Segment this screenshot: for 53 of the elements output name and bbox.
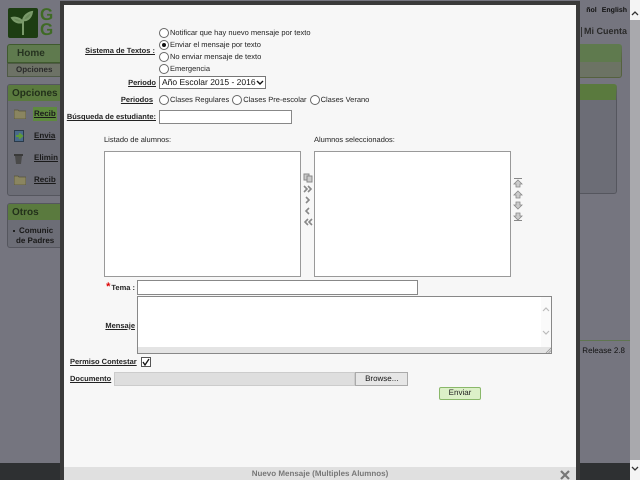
sub-nav-link[interactable]: Opciones <box>16 64 52 76</box>
radio-button[interactable] <box>159 40 169 50</box>
textarea-scrollbar[interactable] <box>541 297 551 348</box>
radio-button[interactable] <box>159 95 169 105</box>
radio-button[interactable] <box>159 28 169 38</box>
required-asterisk: * <box>106 282 110 294</box>
nav-tab[interactable]: Home <box>17 46 45 61</box>
resize-grip-icon[interactable] <box>545 347 551 354</box>
search-field[interactable] <box>159 110 292 124</box>
selected-list-box[interactable] <box>314 151 511 278</box>
logo-letter: G <box>40 22 54 37</box>
panel-title: Opciones <box>12 86 58 100</box>
menu-link[interactable]: Comunic <box>19 226 54 236</box>
chevron-left-icon[interactable] <box>302 206 312 216</box>
chevron-right-icon[interactable] <box>302 195 312 206</box>
double-chevron-left-icon[interactable] <box>302 217 312 228</box>
menu-link[interactable]: de Padres <box>16 236 54 246</box>
close-icon[interactable] <box>560 470 570 480</box>
radio-button[interactable] <box>232 95 242 105</box>
menu-link[interactable]: Envia <box>33 129 56 143</box>
radio-button[interactable] <box>310 95 320 105</box>
send-button[interactable]: Enviar <box>439 386 481 400</box>
student-list-box[interactable] <box>104 151 301 278</box>
scroll-down-icon[interactable] <box>630 460 640 480</box>
radio-button[interactable] <box>159 64 169 74</box>
move-bottom-icon[interactable] <box>513 211 523 222</box>
trash-icon <box>14 152 26 164</box>
menu-link[interactable]: Recib <box>33 173 57 187</box>
account-link[interactable]: Mi Cuenta <box>584 25 627 38</box>
release-label: Release 2.8 <box>582 345 625 357</box>
document-arrow-icon <box>14 130 26 142</box>
logo-icon <box>8 8 38 38</box>
move-top-icon[interactable] <box>513 178 523 188</box>
double-chevron-right-icon[interactable] <box>302 184 312 194</box>
radio-button[interactable] <box>159 52 169 62</box>
logo-letter: G <box>40 7 54 22</box>
browse-button[interactable]: Browse... <box>355 372 408 386</box>
panel-title: Otros <box>12 206 39 220</box>
subject-field[interactable] <box>137 280 418 296</box>
folder-icon <box>14 175 26 185</box>
dialog-title: Nuevo Mensaje (Multiples Alumnos) <box>252 470 388 478</box>
arrow-down-icon[interactable] <box>513 200 523 210</box>
menu-link[interactable]: Recib <box>33 107 57 121</box>
menu-link[interactable]: Elimin <box>33 151 60 165</box>
documents-icon[interactable] <box>302 173 312 184</box>
folder-icon <box>14 109 26 119</box>
file-path-field[interactable] <box>114 372 356 386</box>
scrollbar[interactable] <box>630 0 640 480</box>
checkbox[interactable] <box>140 356 151 367</box>
arrow-up-icon[interactable] <box>513 189 523 200</box>
period-select[interactable]: Año Escolar 2015 - 2016 <box>159 76 266 89</box>
dropdown-caret-icon <box>256 80 264 86</box>
scroll-up-icon[interactable] <box>630 0 640 20</box>
